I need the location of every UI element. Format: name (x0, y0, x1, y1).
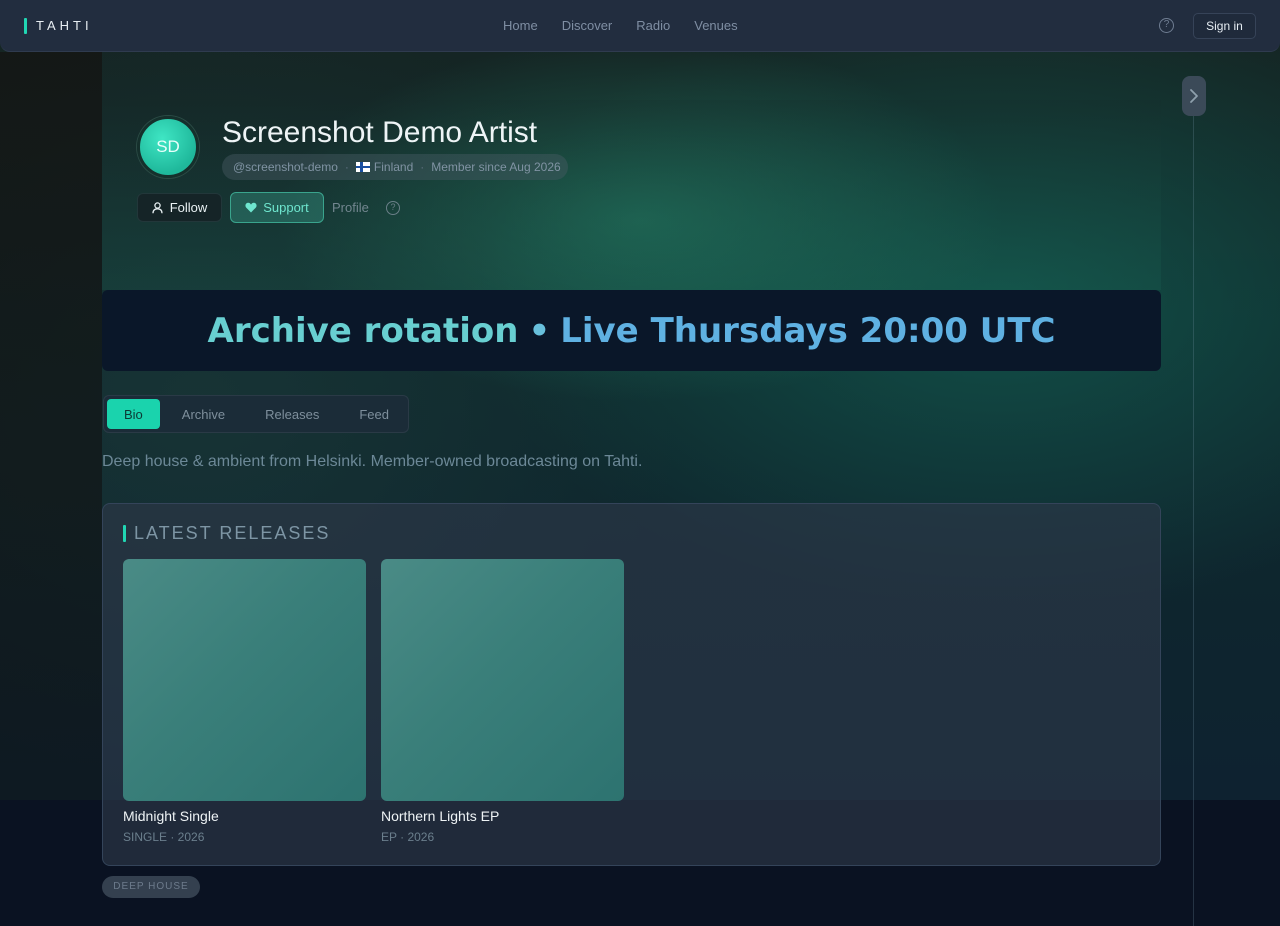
tab-feed[interactable]: Feed (342, 399, 406, 429)
section-heading: LATEST RELEASES (123, 523, 330, 544)
background-shade (0, 52, 102, 800)
user-icon (152, 201, 163, 213)
artist-name: Screenshot Demo Artist (222, 116, 538, 149)
brand-name: TAHTI (36, 18, 93, 33)
member-since: Member since Aug 2026 (431, 160, 561, 174)
nav-home[interactable]: Home (503, 18, 538, 33)
release-artwork[interactable] (123, 559, 366, 801)
artist-country: Finland (373, 160, 414, 174)
meta-separator: · (420, 160, 425, 174)
tab-bio[interactable]: Bio (107, 399, 160, 429)
finland-flag-icon (355, 162, 370, 172)
banner-live-text: Live Thursdays 20:00 UTC (560, 310, 1056, 351)
release-title[interactable]: Northern Lights EP (381, 808, 624, 824)
heart-icon (245, 202, 257, 213)
schedule-banner: Archive rotation • Live Thursdays 20:00 … (102, 290, 1161, 371)
profile-tabs: Bio Archive Releases Feed (103, 395, 409, 433)
help-icon[interactable]: ? (1159, 18, 1174, 33)
follow-label: Follow (169, 200, 208, 215)
avatar: SD (137, 116, 199, 178)
release-title[interactable]: Midnight Single (123, 808, 366, 824)
main-nav: Home Discover Radio Venues (503, 18, 738, 33)
chevron-right-icon (1190, 89, 1198, 103)
nav-venues[interactable]: Venues (694, 18, 737, 33)
latest-releases-panel: LATEST RELEASES Midnight Single SINGLE ·… (102, 503, 1161, 866)
tab-releases[interactable]: Releases (248, 399, 336, 429)
release-card[interactable]: Midnight Single SINGLE · 2026 (123, 559, 366, 844)
follow-button[interactable]: Follow (137, 193, 222, 222)
release-subtitle: EP · 2026 (381, 830, 435, 844)
top-navigation-bar: TAHTI Home Discover Radio Venues ? Sign … (0, 0, 1280, 52)
genre-tag[interactable]: DEEP HOUSE (102, 876, 200, 898)
meta-separator: · (344, 160, 349, 174)
bio-text: Deep house & ambient from Helsinki. Memb… (102, 453, 643, 470)
help-icon[interactable]: ? (386, 201, 400, 215)
nav-radio[interactable]: Radio (636, 18, 670, 33)
brand-accent-bar (24, 17, 27, 34)
artist-meta: @screenshot-demo · Finland · Member sinc… (222, 154, 568, 180)
banner-separator: • (528, 310, 551, 351)
support-label: Support (263, 200, 309, 215)
banner-rotation-text: Archive rotation (207, 310, 519, 351)
releases-heading: LATEST RELEASES (134, 523, 331, 543)
nav-discover[interactable]: Discover (562, 18, 613, 33)
sign-in-button[interactable]: Sign in (1193, 13, 1256, 39)
tab-archive[interactable]: Archive (165, 399, 242, 429)
heading-accent-bar (123, 525, 126, 542)
release-card[interactable]: Northern Lights EP EP · 2026 (381, 559, 624, 844)
artist-handle: @screenshot-demo (233, 160, 338, 174)
release-subtitle: SINGLE · 2026 (123, 830, 205, 844)
release-artwork[interactable] (381, 559, 624, 801)
side-divider (1193, 116, 1194, 926)
brand-logo[interactable]: TAHTI (24, 17, 93, 34)
side-panel-toggle[interactable] (1182, 76, 1206, 116)
support-button[interactable]: Support (230, 192, 324, 223)
profile-link[interactable]: Profile (332, 200, 369, 215)
